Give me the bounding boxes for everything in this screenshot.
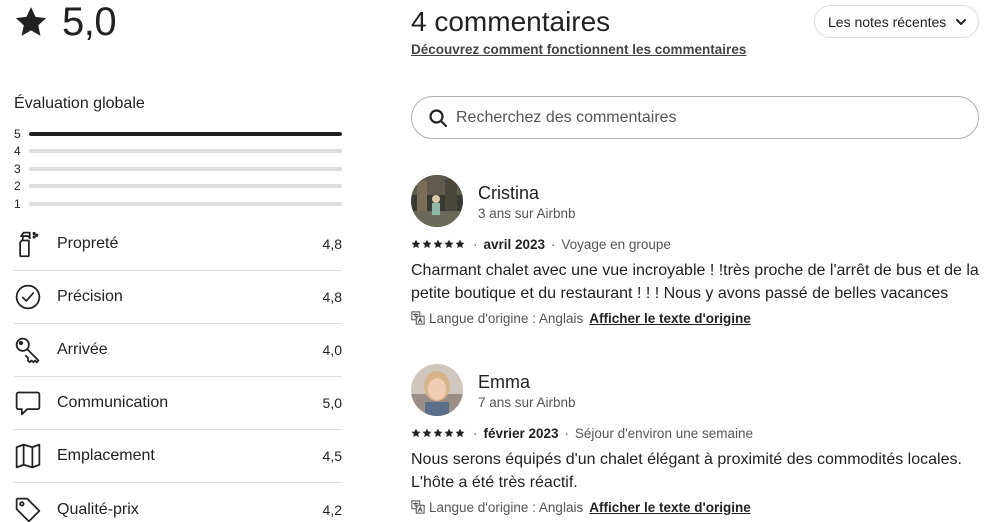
separator-dot: · (473, 425, 478, 441)
distribution-label: 1 (14, 196, 21, 211)
star-icon (444, 239, 454, 249)
category-label: Précision (57, 288, 123, 305)
reviews-count-title: 4 commentaires (411, 6, 611, 37)
distribution-label: 5 (14, 126, 21, 141)
review-header: Emma 7 ans sur Airbnb (411, 364, 979, 416)
review-stars (411, 428, 466, 438)
review-text: Charmant chalet avec une vue incroyable … (411, 262, 979, 302)
language-note: Langue d'origine : Anglais Afficher le t… (411, 309, 979, 327)
category-value: 4,5 (322, 448, 342, 464)
trip-type: Séjour d'environ une semaine (574, 425, 754, 441)
distribution-bar (29, 149, 342, 154)
star-icon (422, 428, 432, 438)
category-row-value: Qualité-prix 4,2 (14, 483, 342, 522)
reviewer-name: Cristina (478, 182, 540, 203)
star-icon (455, 428, 465, 438)
chevron-down-icon (956, 18, 967, 25)
distribution-row-1: 1 (14, 195, 342, 213)
category-value: 5,0 (322, 395, 342, 411)
review-text: Nous serons équipés d'un chalet élégant … (411, 451, 962, 491)
distribution-row-5: 5 (14, 125, 342, 143)
show-original-link[interactable]: Afficher le texte d'origine (589, 311, 751, 326)
star-icon (411, 239, 421, 249)
star-icon (444, 428, 454, 438)
translate-icon (411, 311, 425, 325)
reviewer-info: Emma 7 ans sur Airbnb (478, 371, 576, 410)
star-icon (433, 239, 443, 249)
distribution-row-3: 3 (14, 160, 342, 178)
reviewer-tenure: 3 ans sur Airbnb (478, 205, 576, 221)
star-icon (455, 239, 465, 249)
category-value: 4,2 (322, 501, 342, 518)
category-row-cleanliness: Propreté 4,8 (14, 218, 342, 271)
star-icon (15, 7, 47, 36)
category-row-communication: Communication 5,0 (14, 377, 342, 430)
category-label: Qualité-prix (57, 500, 139, 518)
category-row-accuracy: Précision 4,8 (14, 271, 342, 324)
chat-bubble-icon (15, 391, 41, 416)
distribution-fill (29, 131, 342, 136)
key-icon (15, 337, 40, 364)
avatar[interactable] (411, 175, 463, 227)
language-note: Langue d'origine : Anglais Afficher le t… (411, 498, 979, 516)
spray-bottle-icon (19, 231, 39, 258)
evaluation-title: Évaluation globale (14, 95, 145, 112)
distribution-bar (29, 166, 342, 171)
show-original-link[interactable]: Afficher le texte d'origine (589, 500, 751, 515)
category-row-checkin: Arrivée 4,0 (14, 324, 342, 377)
separator-dot: · (560, 425, 569, 441)
distribution-label: 2 (14, 179, 21, 194)
distribution-row-4: 4 (14, 143, 342, 161)
original-language: Langue d'origine : Anglais (429, 499, 584, 515)
star-icon (422, 239, 432, 249)
category-ratings: Propreté 4,8 Précision 4,8 Arrivée 4,0 C… (14, 218, 342, 522)
avatar[interactable] (411, 364, 463, 416)
distribution-row-2: 2 (14, 178, 342, 196)
review-card: Emma 7 ans sur Airbnb · février 2023 · S… (411, 364, 979, 516)
distribution-bar (29, 184, 342, 189)
translate-icon (411, 500, 425, 514)
category-value: 4,0 (322, 342, 342, 358)
star-icon (411, 428, 421, 438)
review-card: Cristina 3 ans sur Airbnb · avril 2023 ·… (411, 175, 979, 327)
review-meta: · février 2023 · Séjour d'environ une se… (411, 424, 979, 442)
review-date: février 2023 (483, 425, 559, 441)
star-icon (433, 428, 443, 438)
category-row-location: Emplacement 4,5 (14, 430, 342, 483)
overall-score: 5,0 (62, 0, 117, 44)
category-value: 4,8 (322, 289, 342, 305)
reviewer-name: Emma (478, 371, 531, 392)
separator-dot: · (473, 236, 478, 252)
category-label: Arrivée (57, 341, 108, 358)
distribution-bar (29, 201, 342, 206)
map-icon (15, 443, 41, 469)
review-header: Cristina 3 ans sur Airbnb (411, 175, 979, 227)
search-icon (429, 108, 448, 127)
search-reviews-field[interactable] (411, 96, 979, 139)
category-label: Propreté (57, 235, 119, 252)
trip-type: Voyage en groupe (561, 236, 671, 252)
check-circle-icon (15, 284, 41, 310)
reviewer-info: Cristina 3 ans sur Airbnb (478, 182, 576, 221)
distribution-label: 4 (14, 144, 21, 159)
sort-label: Les notes récentes (828, 13, 947, 30)
distribution-bar (29, 131, 342, 136)
category-label: Emplacement (57, 447, 155, 464)
search-input[interactable] (456, 108, 978, 127)
rating-distribution: 5 4 3 2 1 (14, 125, 342, 213)
category-value: 4,8 (322, 236, 342, 252)
separator-dot: · (547, 236, 556, 252)
category-label: Communication (57, 394, 169, 411)
price-tag-icon (15, 497, 41, 522)
distribution-label: 3 (14, 161, 21, 176)
review-stars (411, 239, 466, 249)
how-reviews-work-link[interactable]: Découvrez comment fonctionnent les comme… (411, 42, 746, 57)
reviewer-tenure: 7 ans sur Airbnb (478, 394, 576, 410)
sort-dropdown[interactable]: Les notes récentes (814, 5, 979, 38)
original-language: Langue d'origine : Anglais (429, 310, 584, 326)
review-date: avril 2023 (483, 236, 546, 252)
overall-rating: 5,0 (14, 0, 117, 44)
review-meta: · avril 2023 · Voyage en groupe (411, 235, 979, 253)
